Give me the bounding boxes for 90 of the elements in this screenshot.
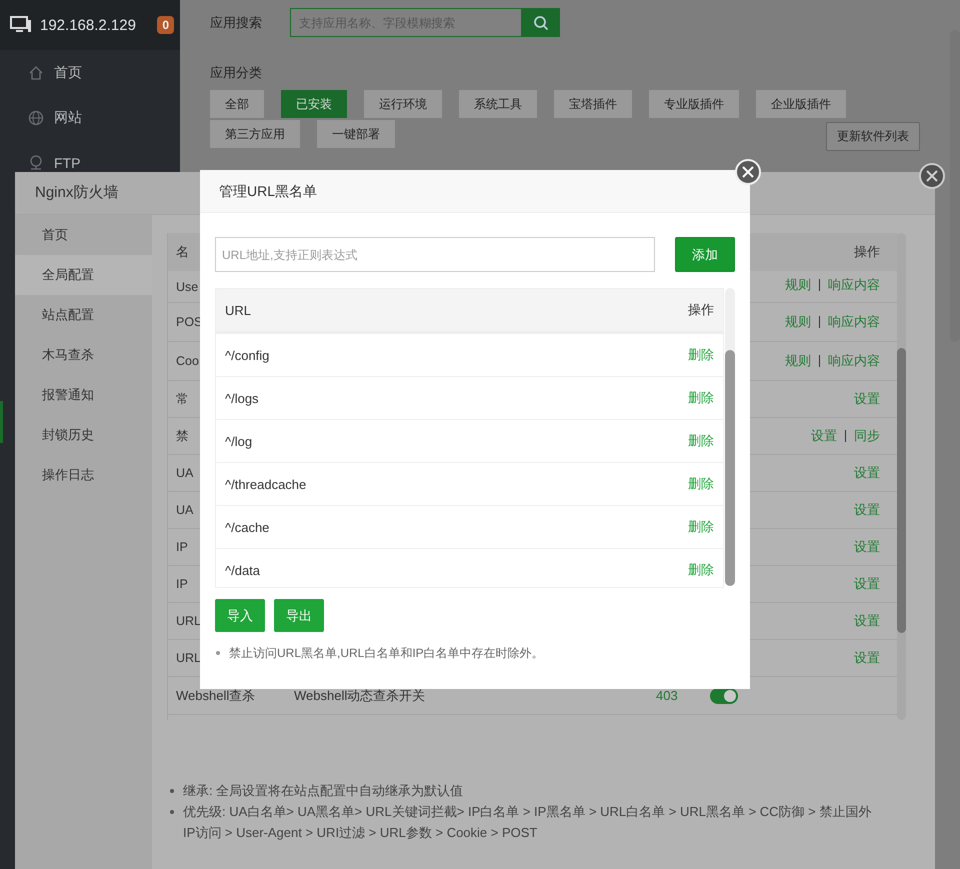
- action-link[interactable]: 设置: [854, 575, 880, 593]
- add-button[interactable]: 添加: [675, 237, 735, 272]
- action-button[interactable]: 导入: [215, 599, 265, 632]
- scrollbar[interactable]: [897, 233, 906, 720]
- nav-item[interactable]: 首页: [15, 215, 152, 255]
- table-cell: UA: [176, 503, 194, 517]
- note-text: 禁止访问URL黑名单,URL白名单和IP白名单中存在时除外。: [229, 645, 544, 662]
- action-link[interactable]: 响应内容: [828, 276, 880, 294]
- category-label: 应用分类: [210, 64, 263, 82]
- sidebar-item[interactable]: 首页: [0, 50, 180, 95]
- nav-item[interactable]: 报警通知: [15, 375, 152, 415]
- category-tab[interactable]: 一键部署: [317, 120, 395, 148]
- url-cell: ^/threadcache: [225, 476, 306, 492]
- category-tab[interactable]: 系统工具: [459, 90, 537, 118]
- table-cell: IP: [176, 577, 188, 591]
- table-cell: 禁: [176, 428, 189, 444]
- search-icon: [533, 14, 549, 30]
- close-icon: [742, 166, 754, 178]
- search-button[interactable]: [522, 8, 560, 37]
- server-address: 192.168.2.129: [40, 16, 136, 34]
- delete-link[interactable]: 删除: [688, 346, 714, 364]
- close-icon: [926, 170, 938, 182]
- action-link[interactable]: 设置: [854, 464, 880, 482]
- column-header: 操作: [688, 301, 714, 319]
- home-icon: [28, 64, 44, 80]
- action-link[interactable]: 设置: [854, 612, 880, 630]
- action-link[interactable]: 设置: [811, 427, 837, 445]
- search-label: 应用搜索: [210, 14, 263, 32]
- category-tab[interactable]: 宝塔插件: [554, 90, 632, 118]
- category-tab[interactable]: 运行环境: [364, 90, 442, 118]
- nav-item[interactable]: 操作日志: [15, 455, 152, 495]
- url-cell: ^/data: [225, 562, 260, 578]
- action-link[interactable]: 规则: [785, 352, 811, 370]
- action-link[interactable]: 规则: [785, 276, 811, 294]
- table-cell-text: Webshell查杀: [176, 686, 256, 704]
- url-cell: ^/cache: [225, 520, 270, 534]
- table-cell: URL: [176, 614, 202, 628]
- table-cell-text: Webshell动态查杀开关: [294, 686, 426, 704]
- category-tab[interactable]: 专业版插件: [649, 90, 739, 118]
- action-link[interactable]: 设置: [854, 649, 880, 667]
- network-icon: [28, 154, 44, 170]
- monitor-icon: [10, 16, 32, 34]
- action-link[interactable]: 设置: [854, 538, 880, 556]
- delete-link[interactable]: 删除: [688, 475, 714, 493]
- bullet-icon: [170, 789, 174, 793]
- category-tab[interactable]: 企业版插件: [756, 90, 846, 118]
- close-button[interactable]: [919, 163, 945, 189]
- action-link[interactable]: 设置: [854, 390, 880, 408]
- action-link[interactable]: 同步: [854, 427, 880, 445]
- column-header: URL: [225, 302, 252, 318]
- refresh-button[interactable]: 更新软件列表: [826, 122, 920, 151]
- nav-item[interactable]: 封锁历史: [15, 415, 152, 455]
- table-cell: 常: [176, 390, 189, 408]
- sidebar-indicator: [0, 401, 3, 443]
- action-link[interactable]: 响应内容: [828, 313, 880, 331]
- action-link[interactable]: 设置: [854, 501, 880, 519]
- modal-title: 管理URL黑名单: [200, 170, 750, 213]
- scrollbar[interactable]: [725, 288, 735, 586]
- action-link[interactable]: 规则: [785, 313, 811, 331]
- table-cell: URL: [176, 651, 202, 665]
- url-input-field[interactable]: URL地址,支持正则表达式: [215, 237, 655, 272]
- category-tab[interactable]: 第三方应用: [210, 120, 300, 148]
- table-cell: IP: [176, 540, 188, 554]
- delete-link[interactable]: 删除: [688, 518, 714, 536]
- sidebar-item[interactable]: 网站: [0, 95, 180, 140]
- url-cell: ^/log: [225, 434, 252, 448]
- action-link[interactable]: 响应内容: [828, 352, 880, 370]
- note-text: 继承: 全局设置将在站点配置中自动继承为默认值: [183, 782, 464, 800]
- column-header: 操作: [854, 243, 880, 261]
- table-cell: UA: [176, 466, 194, 480]
- globe-icon: [28, 110, 44, 126]
- url-cell: ^/logs: [225, 390, 259, 406]
- nav-item[interactable]: 木马查杀: [15, 335, 152, 375]
- bullet-icon: [216, 651, 220, 655]
- column-header: 名: [176, 243, 189, 261]
- url-cell: ^/config: [225, 348, 270, 362]
- category-tab[interactable]: 全部: [210, 90, 264, 118]
- table-cell: Coo: [176, 354, 199, 368]
- category-tab[interactable]: 已安装: [281, 90, 347, 118]
- delete-link[interactable]: 删除: [688, 432, 714, 450]
- table-cell: Use: [176, 280, 198, 294]
- table-cell-text: 403: [656, 688, 679, 703]
- nav-item[interactable]: 站点配置: [15, 295, 152, 335]
- delete-link[interactable]: 删除: [688, 389, 714, 407]
- notification-badge[interactable]: 0: [157, 16, 174, 34]
- delete-link[interactable]: 删除: [688, 561, 714, 579]
- action-button[interactable]: 导出: [274, 599, 324, 632]
- nav-item[interactable]: 全局配置: [15, 255, 152, 295]
- bullet-icon: [170, 810, 174, 814]
- note-text: 优先级: UA白名单> UA黑名单> URL关键词拦截> IP白名单 > IP黑名单 > URL白名单 > URL黑名单 > CC防御 > 禁止国外IP访问 > User-Agent > URI过滤 > URL参数 > Cookie > POST: [183, 803, 872, 842]
